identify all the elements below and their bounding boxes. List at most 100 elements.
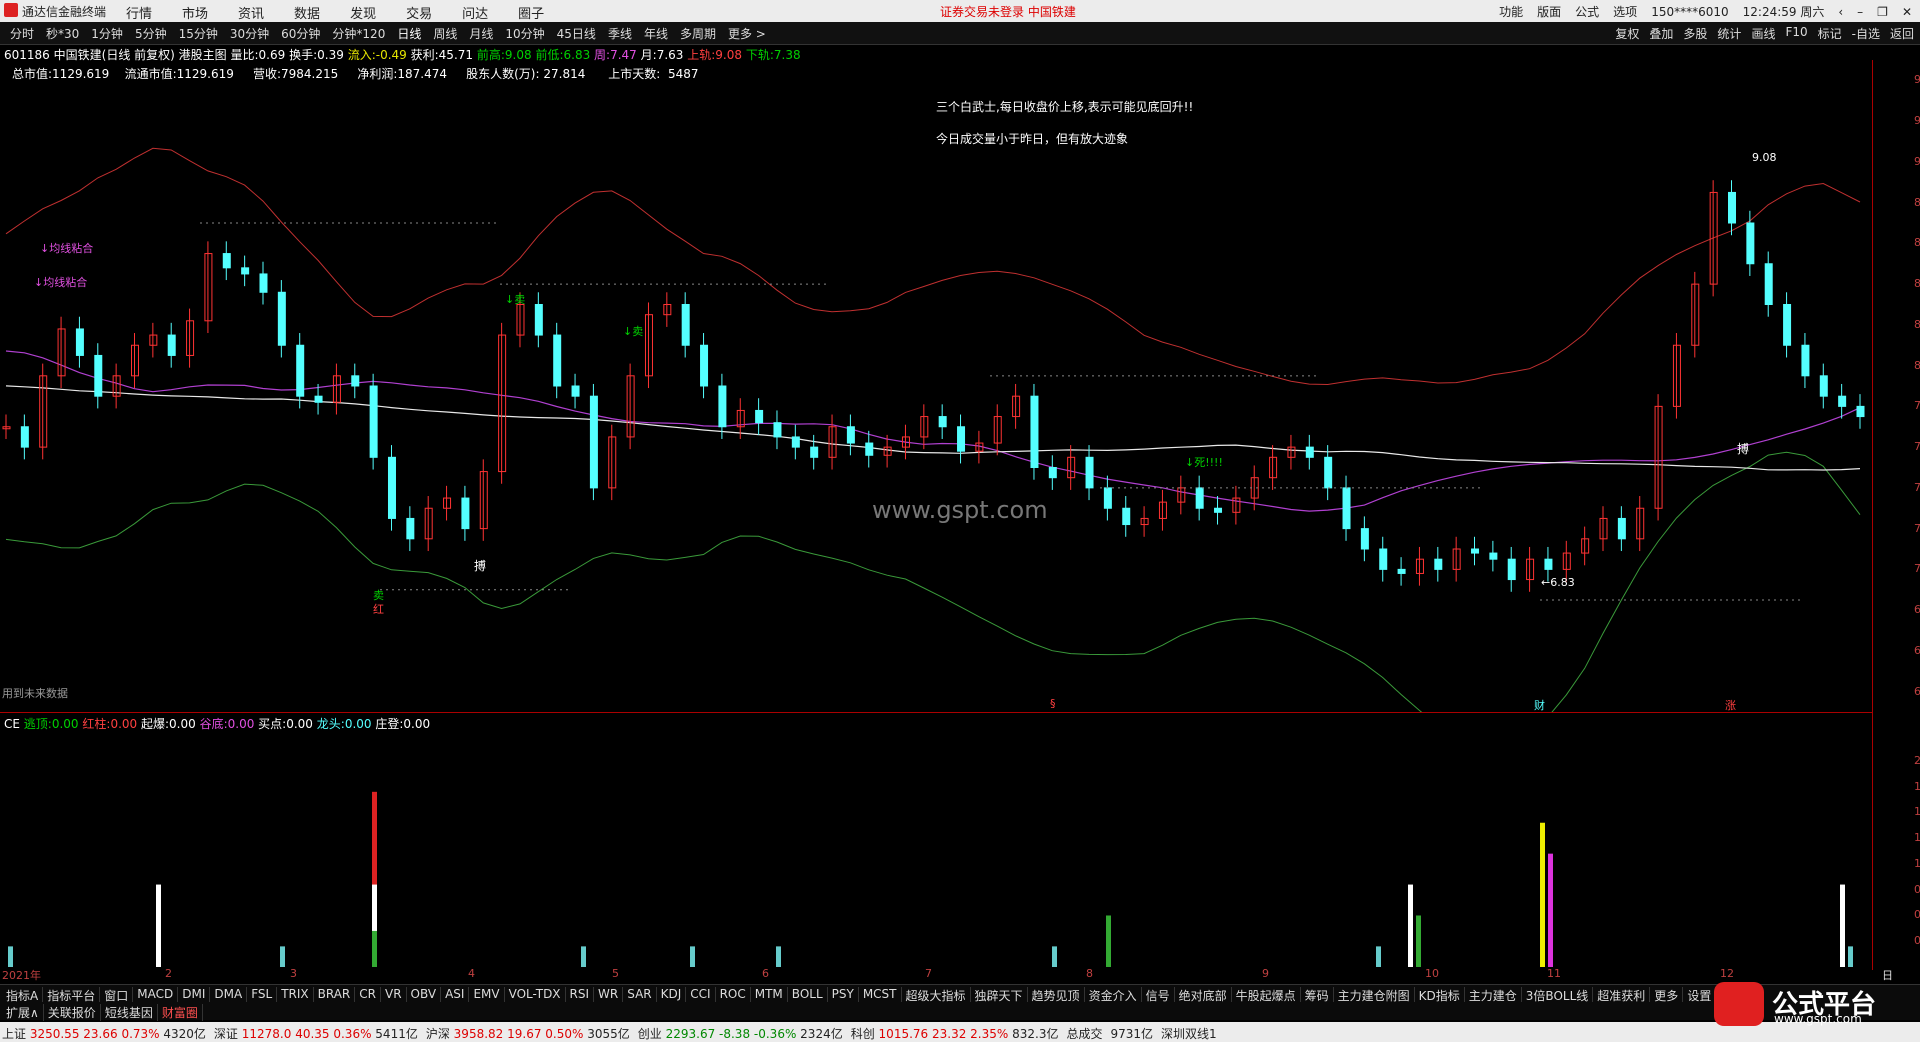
price-tick: 9.20 [1914, 114, 1920, 128]
menu-item-3[interactable]: 数据 [294, 3, 320, 22]
period-tab-10[interactable]: 月线 [469, 25, 493, 42]
candle-body [1471, 548, 1480, 554]
ce-tick: 0.75 [1914, 882, 1920, 896]
period-tab-12[interactable]: 45日线 [557, 25, 596, 42]
period-tab-4[interactable]: 15分钟 [179, 25, 218, 42]
index-amount: 3055亿 [587, 1027, 630, 1041]
chart-tool-7[interactable]: -自选 [1852, 25, 1880, 42]
price-tick: 8.40 [1914, 277, 1920, 291]
back-icon[interactable]: ‹ [1838, 5, 1843, 19]
date-axis: 2021年23456789101112日线 [0, 967, 1893, 998]
restore-icon[interactable]: ❐ [1877, 5, 1888, 19]
candle-body [1379, 548, 1388, 570]
ext-tab-1[interactable]: 关联报价 [44, 1004, 101, 1021]
period-tab-13[interactable]: 季线 [608, 25, 632, 42]
candle-body [94, 354, 103, 397]
account-label[interactable]: 150****6010 [1651, 5, 1728, 19]
index-0[interactable]: 上证 3250.55 23.66 0.73% 4320亿 [2, 1025, 206, 1042]
period-tab-14[interactable]: 年线 [644, 25, 668, 42]
pane-divider[interactable] [0, 712, 1872, 713]
chart-tool-0[interactable]: 复权 [1615, 25, 1639, 42]
chart-tool-2[interactable]: 多股 [1683, 25, 1707, 42]
chart-tool-4[interactable]: 画线 [1751, 25, 1775, 42]
menu-formula[interactable]: 公式 [1575, 3, 1599, 20]
period-tab-7[interactable]: 分钟*120 [332, 25, 385, 42]
candle-body [1434, 558, 1443, 570]
candle-body [957, 426, 966, 452]
ext-tab-3[interactable]: 财富圈 [158, 1004, 203, 1021]
ext-tab-0[interactable]: 扩展∧ [2, 1004, 44, 1021]
index-name: 创业 [637, 1027, 666, 1041]
death-cross-tag: ↓死!!!! [1185, 456, 1223, 469]
chart-tool-8[interactable]: 返回 [1890, 25, 1914, 42]
period-tab-1[interactable]: 秒*30 [46, 25, 79, 42]
index-amount: 5411亿 [375, 1027, 418, 1041]
month-label: 11 [1547, 967, 1561, 980]
ce-red-label: 红柱: [82, 717, 111, 731]
index-change: -8.38 [719, 1027, 754, 1041]
menu-item-4[interactable]: 发现 [350, 3, 376, 22]
period-tab-9[interactable]: 周线 [433, 25, 457, 42]
period-tab-8[interactable]: 日线 [397, 25, 421, 42]
ce-indicator-chart[interactable] [0, 730, 1872, 967]
chart-tool-3[interactable]: 统计 [1717, 25, 1741, 42]
ce-name[interactable]: CE [4, 717, 20, 731]
period-tab-11[interactable]: 10分钟 [505, 25, 544, 42]
period-tab-16[interactable]: 更多 > [728, 25, 766, 42]
price-chart[interactable] [0, 60, 1872, 712]
menu-options[interactable]: 选项 [1613, 3, 1637, 20]
menu-layout[interactable]: 版面 [1537, 3, 1561, 20]
menu-function[interactable]: 功能 [1499, 3, 1523, 20]
ce-escape: 0.00 [51, 717, 79, 731]
index-value: 1015.76 [878, 1027, 932, 1041]
candle-body [351, 375, 360, 387]
ce-dragon: 0.00 [344, 717, 372, 731]
period-tab-6[interactable]: 60分钟 [281, 25, 320, 42]
period-tab-5[interactable]: 30分钟 [230, 25, 269, 42]
period-tab-2[interactable]: 1分钟 [91, 25, 123, 42]
candle-body [75, 328, 84, 356]
candle-body [1856, 405, 1865, 418]
index-4[interactable]: 科创 1015.76 23.32 2.35% 832.3亿 [851, 1025, 1059, 1042]
chart-tools: 复权 叠加 多股 统计 画线 F10 标记 -自选 返回 [1615, 25, 1914, 42]
price-tick: 7.20 [1914, 521, 1920, 535]
strategy-name[interactable]: 深圳双线1 [1161, 1025, 1217, 1042]
price-tick: 9.40 [1914, 73, 1920, 87]
chart-tool-5[interactable]: F10 [1785, 25, 1807, 42]
period-tab-15[interactable]: 多周期 [680, 25, 716, 42]
price-tick: 7.00 [1914, 562, 1920, 576]
candle-body [700, 344, 709, 387]
menu-item-2[interactable]: 资讯 [238, 3, 264, 22]
month-label: 7 [925, 967, 932, 980]
chart-tool-6[interactable]: 标记 [1818, 25, 1842, 42]
menu-item-6[interactable]: 问达 [462, 3, 488, 22]
menu-item-5[interactable]: 交易 [406, 3, 432, 22]
price-tick: 8.80 [1914, 195, 1920, 209]
ce-axis: 2.00 1.75 1.50 1.25 1.00 0.75 0.50 0.25 [1880, 730, 1920, 967]
candle-body [277, 291, 286, 346]
candle-body [589, 395, 598, 489]
index-2[interactable]: 沪深 3958.82 19.67 0.50% 3055亿 [426, 1025, 630, 1042]
menu-item-7[interactable]: 圈子 [518, 3, 544, 22]
close-icon[interactable]: ✕ [1902, 5, 1912, 19]
ce-buy-label: 买点: [258, 717, 287, 731]
index-1[interactable]: 深证 11278.0 40.35 0.36% 5411亿 [214, 1025, 418, 1042]
ce-dragon-label: 龙头: [316, 717, 345, 731]
candle-body [846, 426, 855, 444]
ce-bar [280, 946, 285, 967]
ext-tab-2[interactable]: 短线基因 [101, 1004, 158, 1021]
minimize-icon[interactable]: – [1857, 5, 1863, 19]
period-tab-3[interactable]: 5分钟 [135, 25, 167, 42]
ce-dealer-label: 庄登: [375, 717, 404, 731]
chart-tool-1[interactable]: 叠加 [1649, 25, 1673, 42]
menu-item-1[interactable]: 市场 [182, 3, 208, 22]
ce-boom: 0.00 [169, 717, 196, 731]
candle-body [387, 456, 396, 519]
candle-body [791, 436, 800, 448]
index-3[interactable]: 创业 2293.67 -8.38 -0.36% 2324亿 [638, 1025, 843, 1042]
month-label: 12 [1720, 967, 1734, 980]
period-tab-0[interactable]: 分时 [10, 25, 34, 42]
menu-item-0[interactable]: 行情 [126, 3, 152, 22]
price-high-marker: 9.08 [1752, 151, 1777, 164]
app-logo-icon [4, 3, 18, 17]
